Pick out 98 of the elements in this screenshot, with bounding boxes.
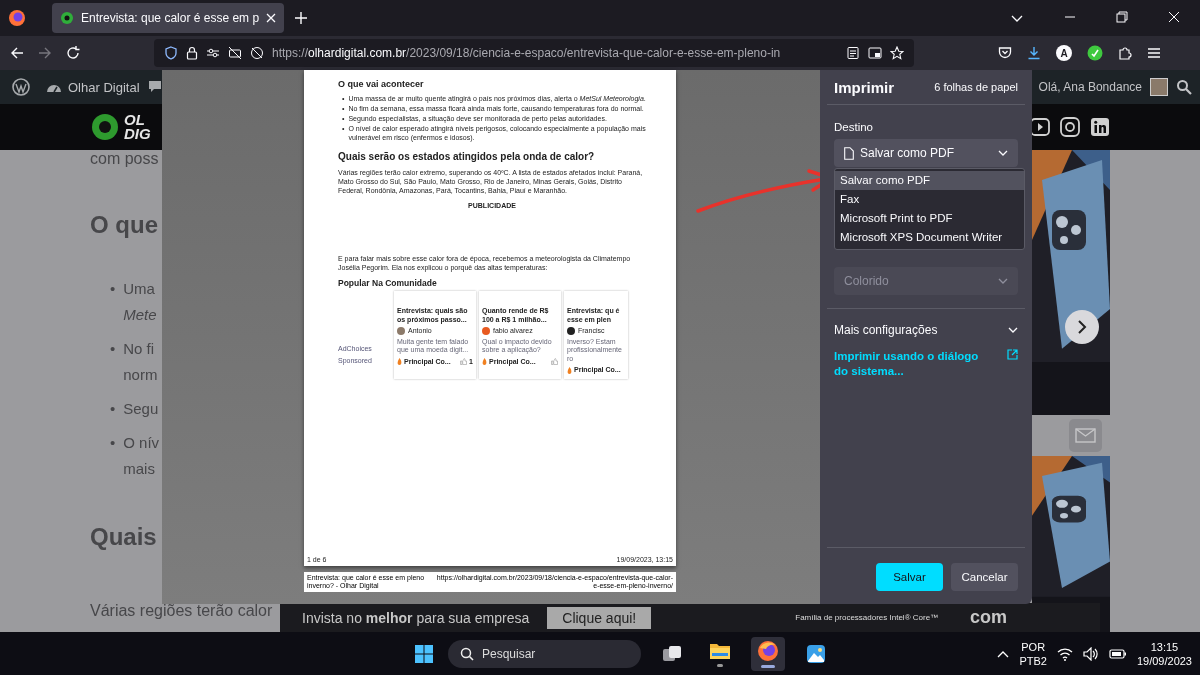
download-icon[interactable] xyxy=(1027,46,1041,60)
dropdown-option[interactable]: Fax xyxy=(835,190,1024,209)
reader-view-icon[interactable] xyxy=(846,46,860,60)
dropdown-option[interactable]: Microsoft Print to PDF xyxy=(835,209,1024,228)
forward-arrow-icon[interactable] xyxy=(38,46,52,60)
flame-icon xyxy=(397,358,402,366)
clock[interactable]: 13:15 19/09/2023 xyxy=(1136,639,1192,668)
system-dialog-link[interactable]: Imprimir usando o diálogo do sistema... xyxy=(834,349,984,379)
article-text: com poss xyxy=(90,149,159,169)
cancel-button[interactable]: Cancelar xyxy=(951,563,1018,591)
blocked-camera-icon[interactable] xyxy=(228,46,242,60)
address-bar[interactable]: https://olhardigital.com.br/2023/09/18/ciencia-e-espaco/entrevista-que-calor-e-esse-em-pleno-in xyxy=(154,39,914,67)
battery-icon[interactable] xyxy=(1108,647,1127,660)
sheet-count: 6 folhas de papel xyxy=(934,81,1018,93)
user-greeting[interactable]: Olá, Ana Bondance xyxy=(1038,80,1142,94)
thumbs-up-icon[interactable] xyxy=(551,358,558,366)
permissions-icon[interactable] xyxy=(206,46,220,60)
flame-icon xyxy=(567,366,572,374)
restore-icon[interactable] xyxy=(1116,11,1128,23)
logo-text: DIG xyxy=(124,127,151,141)
chevron-down-icon xyxy=(1008,327,1018,333)
menu-icon[interactable] xyxy=(1147,46,1161,60)
chevron-up-icon[interactable] xyxy=(997,649,1010,658)
extension-icon[interactable] xyxy=(1087,45,1103,61)
windows-start-icon[interactable] xyxy=(414,643,434,664)
search-icon xyxy=(460,646,474,661)
save-button[interactable]: Salvar xyxy=(876,563,943,591)
firefox-icon[interactable] xyxy=(8,9,26,27)
preview-heading: Popular Na Comunidade xyxy=(338,279,438,288)
picture-in-picture-icon[interactable] xyxy=(868,46,882,60)
search-icon[interactable] xyxy=(1176,79,1192,95)
thumbs-up-icon[interactable] xyxy=(460,358,468,366)
shield-icon[interactable] xyxy=(164,46,178,60)
chevron-down-icon xyxy=(998,150,1008,156)
ad-cta-button[interactable]: Clique aqui! xyxy=(547,606,652,629)
author-avatar xyxy=(567,327,575,336)
star-icon[interactable] xyxy=(890,46,904,60)
list-item-text: mais xyxy=(123,459,155,479)
user-avatar[interactable] xyxy=(1150,78,1168,96)
flame-icon xyxy=(482,358,487,366)
close-icon[interactable] xyxy=(266,13,277,23)
camera-icon[interactable] xyxy=(1060,117,1080,137)
browser-tab[interactable]: Entrevista: que calor é esse em p xyxy=(52,3,285,33)
bullet-marker: • xyxy=(110,433,116,453)
ad-text: Invista no melhor para sua empresa xyxy=(302,609,530,626)
task-view-icon xyxy=(662,643,682,664)
photos-icon xyxy=(806,643,826,664)
lock-icon[interactable] xyxy=(186,46,198,60)
account-avatar[interactable]: A xyxy=(1056,45,1072,61)
dropdown-option[interactable]: Salvar como PDF xyxy=(835,171,1024,190)
list-item-text: Segu xyxy=(123,399,159,419)
back-arrow-icon[interactable] xyxy=(10,46,24,60)
input-language[interactable]: POR PTB2 xyxy=(1019,639,1047,668)
chevron-right-icon xyxy=(1076,320,1088,334)
ad-caption: Família de processadores Intel® Core™ xyxy=(795,613,939,622)
logo-ring-icon xyxy=(90,112,120,142)
firefox-icon xyxy=(757,639,779,662)
external-link-icon[interactable] xyxy=(1007,349,1018,360)
bullet-marker: • xyxy=(110,399,116,419)
volume-icon[interactable] xyxy=(1082,646,1099,661)
panel-title: Imprimir xyxy=(834,78,894,96)
author-avatar xyxy=(482,327,490,336)
url-text: https://olhardigital.com.br/2023/09/18/ciencia-e-espaco/entrevista-que-calor-e-esse-em-pleno-in xyxy=(272,46,781,60)
dropdown-option[interactable]: Microsoft XPS Document Writer xyxy=(835,228,1024,247)
comment-icon[interactable] xyxy=(147,80,162,94)
article-text: Várias regiões terão calor xyxy=(90,601,273,621)
article-heading: O que xyxy=(90,210,158,240)
list-item-text: norm xyxy=(123,365,158,385)
reload-icon[interactable] xyxy=(66,46,80,60)
wifi-icon[interactable] xyxy=(1056,646,1073,661)
preview-heading: Quais serão os estados atingidos pela onda de calor? xyxy=(338,151,596,163)
puzzle-icon[interactable] xyxy=(1118,46,1132,60)
linkedin-icon[interactable] xyxy=(1090,117,1110,137)
destination-select[interactable]: Salvar como PDF xyxy=(834,139,1018,167)
taskbar-app[interactable] xyxy=(751,636,785,671)
logo-text: OL xyxy=(124,113,146,127)
site-name-link[interactable]: Olhar Digital xyxy=(68,79,140,95)
author-avatar xyxy=(397,327,405,336)
pocket-icon[interactable] xyxy=(998,46,1012,60)
taskbar-search-field[interactable]: Pesquisar xyxy=(448,639,641,668)
play-icon[interactable] xyxy=(1030,117,1050,137)
list-item-text: Uma xyxy=(123,279,155,299)
more-settings-toggle[interactable]: Mais configurações xyxy=(834,323,1018,337)
list-item-text: No fi xyxy=(123,339,155,359)
bullet-marker: • xyxy=(110,279,116,299)
chevron-down-icon xyxy=(998,278,1008,284)
close-icon[interactable] xyxy=(1168,11,1180,23)
ad-text: com xyxy=(970,607,1008,628)
document-icon xyxy=(844,146,854,160)
list-item-text: Mete xyxy=(123,305,157,325)
preview-heading: O que vai acontecer xyxy=(338,80,425,89)
wordpress-icon[interactable] xyxy=(12,78,30,96)
field-label: Destino xyxy=(834,121,874,133)
bullet-marker: • xyxy=(110,339,116,359)
article-heading: Quais xyxy=(90,522,157,552)
new-tab-icon[interactable] xyxy=(294,11,309,25)
site-favicon-icon xyxy=(60,11,74,25)
list-item-text: O nív xyxy=(123,433,160,453)
